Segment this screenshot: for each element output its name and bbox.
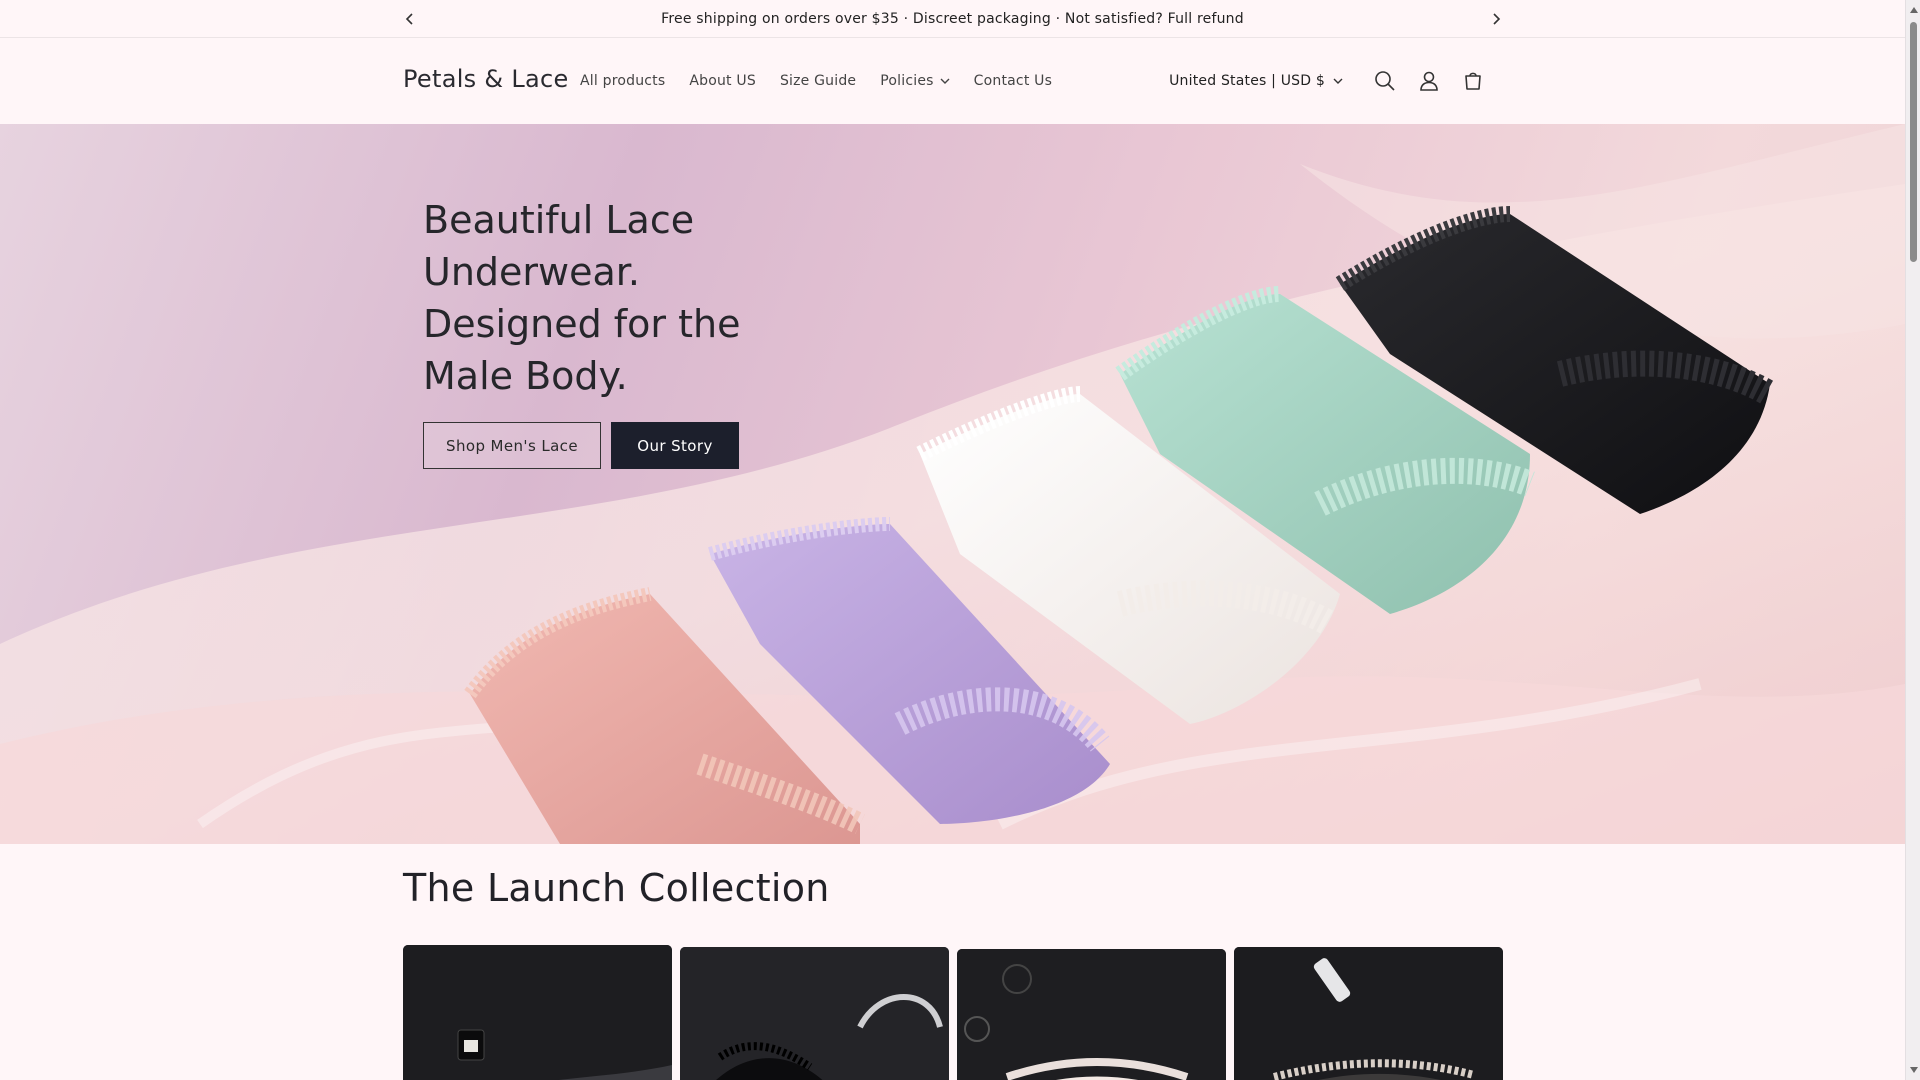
site-header: Petals & Lace All products About US Size… <box>0 39 1905 123</box>
triangle-down-icon <box>1909 1067 1918 1073</box>
nav-item-about-us[interactable]: About US <box>689 73 756 89</box>
account-icon <box>1420 71 1438 91</box>
locale-selector[interactable]: United States | USD $ <box>1169 73 1343 89</box>
nav-item-contact-us[interactable]: Contact Us <box>974 73 1052 89</box>
triangle-up-icon <box>1909 7 1918 13</box>
nav-item-label: Contact Us <box>973 73 1053 89</box>
nav-item-policies[interactable]: Policies <box>880 73 950 89</box>
nav-item-all-products[interactable]: All products <box>580 73 665 89</box>
product-card[interactable] <box>957 949 1226 1080</box>
product-card[interactable] <box>403 945 672 1080</box>
scroll-up-arrow[interactable] <box>1909 4 1918 16</box>
product-card[interactable] <box>1234 947 1503 1080</box>
cart-button[interactable] <box>1453 61 1493 101</box>
main-nav: All products About US Size Guide Policie… <box>580 73 1076 89</box>
nav-item-label: Policies <box>880 73 934 89</box>
product-image <box>1234 947 1503 1080</box>
scrollbar-thumb[interactable] <box>1910 22 1917 262</box>
product-card[interactable] <box>680 947 949 1080</box>
product-grid <box>403 945 1503 1080</box>
announcement-text: Free shipping on orders over $35 · Discr… <box>661 10 1244 27</box>
collection-title: The Launch Collection <box>403 866 830 910</box>
shop-mens-lace-button[interactable]: Shop Men's Lace <box>423 422 601 469</box>
page: Free shipping on orders over $35 · Discr… <box>0 0 1905 1080</box>
hero-content: Beautiful Lace Underwear. Designed for t… <box>423 194 983 469</box>
cart-icon <box>1465 72 1481 90</box>
product-image <box>403 945 672 1080</box>
product-image <box>957 949 1226 1080</box>
search-button[interactable] <box>1365 61 1405 101</box>
locale-label: United States | USD $ <box>1169 73 1325 89</box>
nav-item-label: Size Guide <box>779 73 857 89</box>
nav-item-label: About US <box>689 73 756 89</box>
announcement-prev-button[interactable] <box>400 9 420 29</box>
page-scrollbar[interactable] <box>1905 0 1920 1080</box>
nav-item-label: All products <box>580 73 666 89</box>
scroll-down-arrow[interactable] <box>1909 1064 1918 1076</box>
site-logo[interactable]: Petals & Lace <box>403 65 569 93</box>
our-story-button[interactable]: Our Story <box>611 422 739 469</box>
nav-item-size-guide[interactable]: Size Guide <box>780 73 856 89</box>
chevron-down-icon <box>1333 78 1343 84</box>
chevron-right-icon <box>1493 13 1501 25</box>
hero-buttons: Shop Men's Lace Our Story <box>423 422 983 469</box>
account-button[interactable] <box>1409 61 1449 101</box>
header-actions: United States | USD $ <box>1169 61 1493 101</box>
announcement-bar: Free shipping on orders over $35 · Discr… <box>0 0 1905 38</box>
chevron-down-icon <box>940 78 950 84</box>
hero-title: Beautiful Lace Underwear. Designed for t… <box>423 198 741 398</box>
chevron-left-icon <box>405 13 413 25</box>
announcement-next-button[interactable] <box>1486 9 1506 29</box>
search-icon <box>1375 71 1395 91</box>
hero-banner: Beautiful Lace Underwear. Designed for t… <box>0 124 1905 844</box>
product-image <box>680 947 949 1080</box>
